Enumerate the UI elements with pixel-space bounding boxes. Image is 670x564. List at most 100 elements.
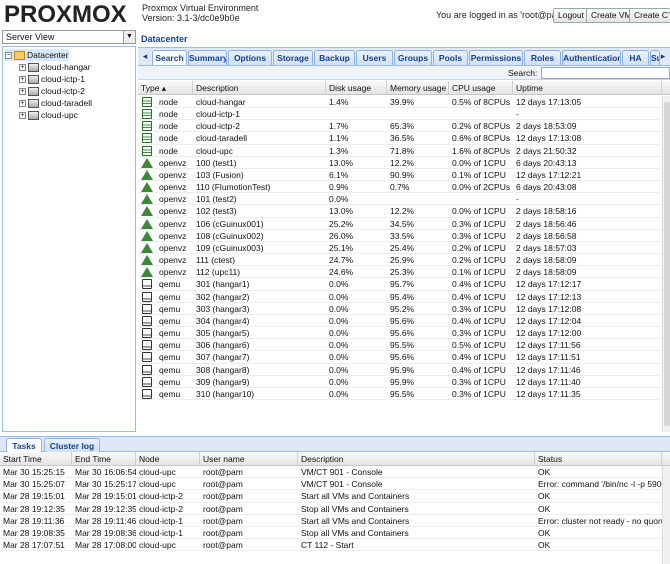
log-scrollbar[interactable]: [662, 466, 670, 564]
table-row[interactable]: qemu 310 (hangar10) 0.0% 95.5% 0.3% of 1CPU 1…: [138, 388, 662, 400]
scrollbar-thumb[interactable]: [664, 102, 670, 426]
cell-uptime: 2 days 18:56:46: [516, 218, 577, 229]
cell-mem: 95.4%: [390, 291, 415, 302]
log-column-header[interactable]: Description: [298, 452, 535, 466]
tab-pools[interactable]: Pools: [433, 50, 468, 65]
tab-backup[interactable]: Backup: [314, 50, 355, 65]
tab-scroll-left-icon[interactable]: ◂: [138, 50, 152, 65]
task-cell-desc: Stop all VMs and Containers: [301, 528, 409, 538]
cell-mem: 95.7%: [390, 279, 415, 290]
table-row[interactable]: qemu 302 (hangar2) 0.0% 95.4% 0.4% of 1CPU 12…: [138, 291, 662, 303]
login-status: You are logged in as 'root@pam': [436, 10, 566, 20]
chevron-down-icon[interactable]: ▼: [123, 31, 135, 43]
tab-roles[interactable]: Roles: [524, 50, 561, 65]
tab-options[interactable]: Options: [228, 50, 272, 65]
task-row[interactable]: Mar 28 19:08:35 Mar 28 19:08:36 cloud-ictp…: [0, 527, 662, 540]
table-row[interactable]: openvz 106 (cGuinux001) 25.2% 34.5% 0.3% of …: [138, 218, 662, 230]
table-row[interactable]: openvz 101 (test2) 0.0% -: [138, 193, 662, 206]
table-row[interactable]: openvz 102 (test3) 13.0% 12.2% 0.0% of 1CPU 2…: [138, 205, 662, 218]
expand-icon[interactable]: +: [19, 112, 26, 120]
cell-type: node: [159, 109, 178, 120]
table-row[interactable]: openvz 109 (cGuinux003) 25.1% 25.4% 0.2% of …: [138, 242, 662, 255]
column-header[interactable]: Memory usage: [387, 81, 449, 95]
tree-node-cloud-ictp-2[interactable]: + cloud-ictp-2: [19, 85, 85, 97]
tree-node-datacenter[interactable]: − Datacenter: [5, 49, 69, 61]
log-column-header[interactable]: Start Time: [0, 452, 72, 466]
table-row[interactable]: qemu 305 (hangar5) 0.0% 95.6% 0.3% of 1CPU 12…: [138, 327, 662, 340]
log-column-header[interactable]: Node: [136, 452, 200, 466]
table-row[interactable]: qemu 309 (hangar9) 0.0% 95.9% 0.3% of 1CPU 12…: [138, 376, 662, 388]
cell-disk: 0.9%: [329, 182, 349, 193]
cell-desc: 109 (cGuinux003): [196, 242, 264, 253]
table-row[interactable]: node cloud-ictp-1 -: [138, 108, 662, 121]
task-row[interactable]: Mar 28 17:07:51 Mar 28 17:08:00 cloud-upc r…: [0, 539, 662, 552]
collapse-icon[interactable]: −: [5, 52, 12, 60]
tab-search[interactable]: Search: [152, 50, 187, 65]
table-row[interactable]: qemu 303 (hangar3) 0.0% 95.2% 0.3% of 1CPU 12…: [138, 303, 662, 315]
tab-users[interactable]: Users: [356, 50, 393, 65]
table-row[interactable]: node cloud-hangar 1.4% 39.9% 0.5% of 8CPUs 12…: [138, 96, 662, 109]
breadcrumb: Datacenter: [138, 30, 670, 48]
task-cell-status: OK: [538, 491, 551, 502]
search-input[interactable]: [541, 67, 670, 79]
task-cell-desc: VM/CT 901 - Console: [301, 467, 383, 477]
openvz-icon: [141, 182, 153, 193]
column-header[interactable]: Type ▴: [138, 81, 193, 95]
expand-icon[interactable]: +: [19, 76, 26, 84]
table-row[interactable]: qemu 306 (hangar6) 0.0% 95.5% 0.5% of 1CPU 12…: [138, 339, 662, 352]
tree-node-cloud-taradell[interactable]: + cloud-taradell: [19, 97, 92, 109]
log-tab-strip: Tasks Cluster log: [0, 436, 670, 453]
task-row[interactable]: Mar 30 15:25:07 Mar 30 15:25:17 cloud-upc r…: [0, 478, 662, 491]
log-grid-header: Start Time End Time Node User name Descripti…: [0, 452, 670, 466]
expand-icon[interactable]: +: [19, 88, 26, 96]
table-row[interactable]: openvz 108 (cGuinux002) 26.0% 33.5% 0.3% of …: [138, 230, 662, 242]
log-column-header[interactable]: Status: [535, 452, 662, 466]
tree-node-cloud-ictp-1[interactable]: + cloud-ictp-1: [19, 73, 85, 85]
tab-su[interactable]: Su: [650, 50, 660, 65]
column-header[interactable]: Disk usage: [326, 81, 387, 95]
table-row[interactable]: qemu 304 (hangar4) 0.0% 95.6% 0.4% of 1CPU 12…: [138, 315, 662, 328]
logout-button[interactable]: Logout: [553, 8, 589, 23]
table-row[interactable]: openvz 103 (Fusion) 6.1% 90.9% 0.1% of 1CPU 1…: [138, 169, 662, 182]
task-row[interactable]: Mar 28 19:15:01 Mar 28 19:15:01 cloud-ictp…: [0, 490, 662, 503]
task-row[interactable]: Mar 30 15:25:15 Mar 30 16:06:54 cloud-upc r…: [0, 466, 662, 479]
column-header[interactable]: Uptime: [513, 81, 662, 95]
column-header[interactable]: Description: [193, 81, 326, 95]
expand-icon[interactable]: +: [19, 100, 26, 108]
table-row[interactable]: qemu 307 (hangar7) 0.0% 95.6% 0.4% of 1CPU 12…: [138, 351, 662, 364]
tab-ha[interactable]: HA: [622, 50, 649, 65]
log-column-header[interactable]: User name: [200, 452, 298, 466]
table-row[interactable]: qemu 301 (hangar1) 0.0% 95.7% 0.4% of 1CPU 12…: [138, 278, 662, 291]
table-row[interactable]: openvz 112 (upc11) 24.6% 25.3% 0.1% of 1CPU 2…: [138, 266, 662, 279]
create-ct-button[interactable]: Create CT: [629, 8, 670, 23]
cell-disk: 24.7%: [329, 255, 354, 266]
expand-icon[interactable]: +: [19, 64, 26, 72]
table-row[interactable]: openvz 111 (ctest) 24.7% 25.9% 0.2% of 1CPU 2…: [138, 254, 662, 267]
task-cell-node: cloud-upc: [139, 540, 176, 551]
task-row[interactable]: Mar 28 19:12:35 Mar 28 19:12:35 cloud-ictp…: [0, 503, 662, 515]
tab-authentication[interactable]: Authentication: [562, 50, 621, 65]
column-header[interactable]: CPU usage: [449, 81, 513, 95]
tab-summary[interactable]: Summary: [188, 50, 227, 65]
server-view-select[interactable]: Server View ▼: [2, 30, 136, 44]
tab-storage[interactable]: Storage: [273, 50, 313, 65]
qemu-icon: [142, 303, 152, 314]
cell-uptime: 6 days 20:43:08: [516, 182, 577, 193]
table-row[interactable]: openvz 100 (test1) 13.0% 12.2% 0.0% of 1CPU 6…: [138, 157, 662, 169]
task-cell-desc: Start all VMs and Containers: [301, 515, 410, 526]
tree-node-cloud-upc[interactable]: + cloud-upc: [19, 109, 78, 121]
table-row[interactable]: node cloud-upc 1.3% 71.8% 1.6% of 8CPUs 2 day…: [138, 145, 662, 157]
table-row[interactable]: openvz 110 (FlumotionTest) 0.9% 0.7% 0.0% of…: [138, 181, 662, 194]
table-row[interactable]: node cloud-ictp-2 1.7% 65.3% 0.2% of 8CPUs 2 …: [138, 120, 662, 133]
log-tab-tasks[interactable]: Tasks: [6, 438, 42, 453]
table-row[interactable]: node cloud-taradell 1.1% 36.5% 0.6% of 8CPUs…: [138, 132, 662, 145]
log-tab-cluster-log[interactable]: Cluster log: [44, 438, 100, 453]
tree-node-cloud-hangar[interactable]: + cloud-hangar: [19, 61, 91, 73]
grid-scrollbar[interactable]: [662, 96, 670, 432]
tab-groups[interactable]: Groups: [394, 50, 432, 65]
table-row[interactable]: qemu 308 (hangar8) 0.0% 95.9% 0.4% of 1CPU 12…: [138, 364, 662, 376]
node-icon: [142, 133, 152, 144]
tab-permissions[interactable]: Permissions: [469, 50, 523, 65]
task-row[interactable]: Mar 28 19:11:36 Mar 28 19:11:46 cloud-ictp…: [0, 515, 662, 527]
log-column-header[interactable]: End Time: [72, 452, 136, 466]
